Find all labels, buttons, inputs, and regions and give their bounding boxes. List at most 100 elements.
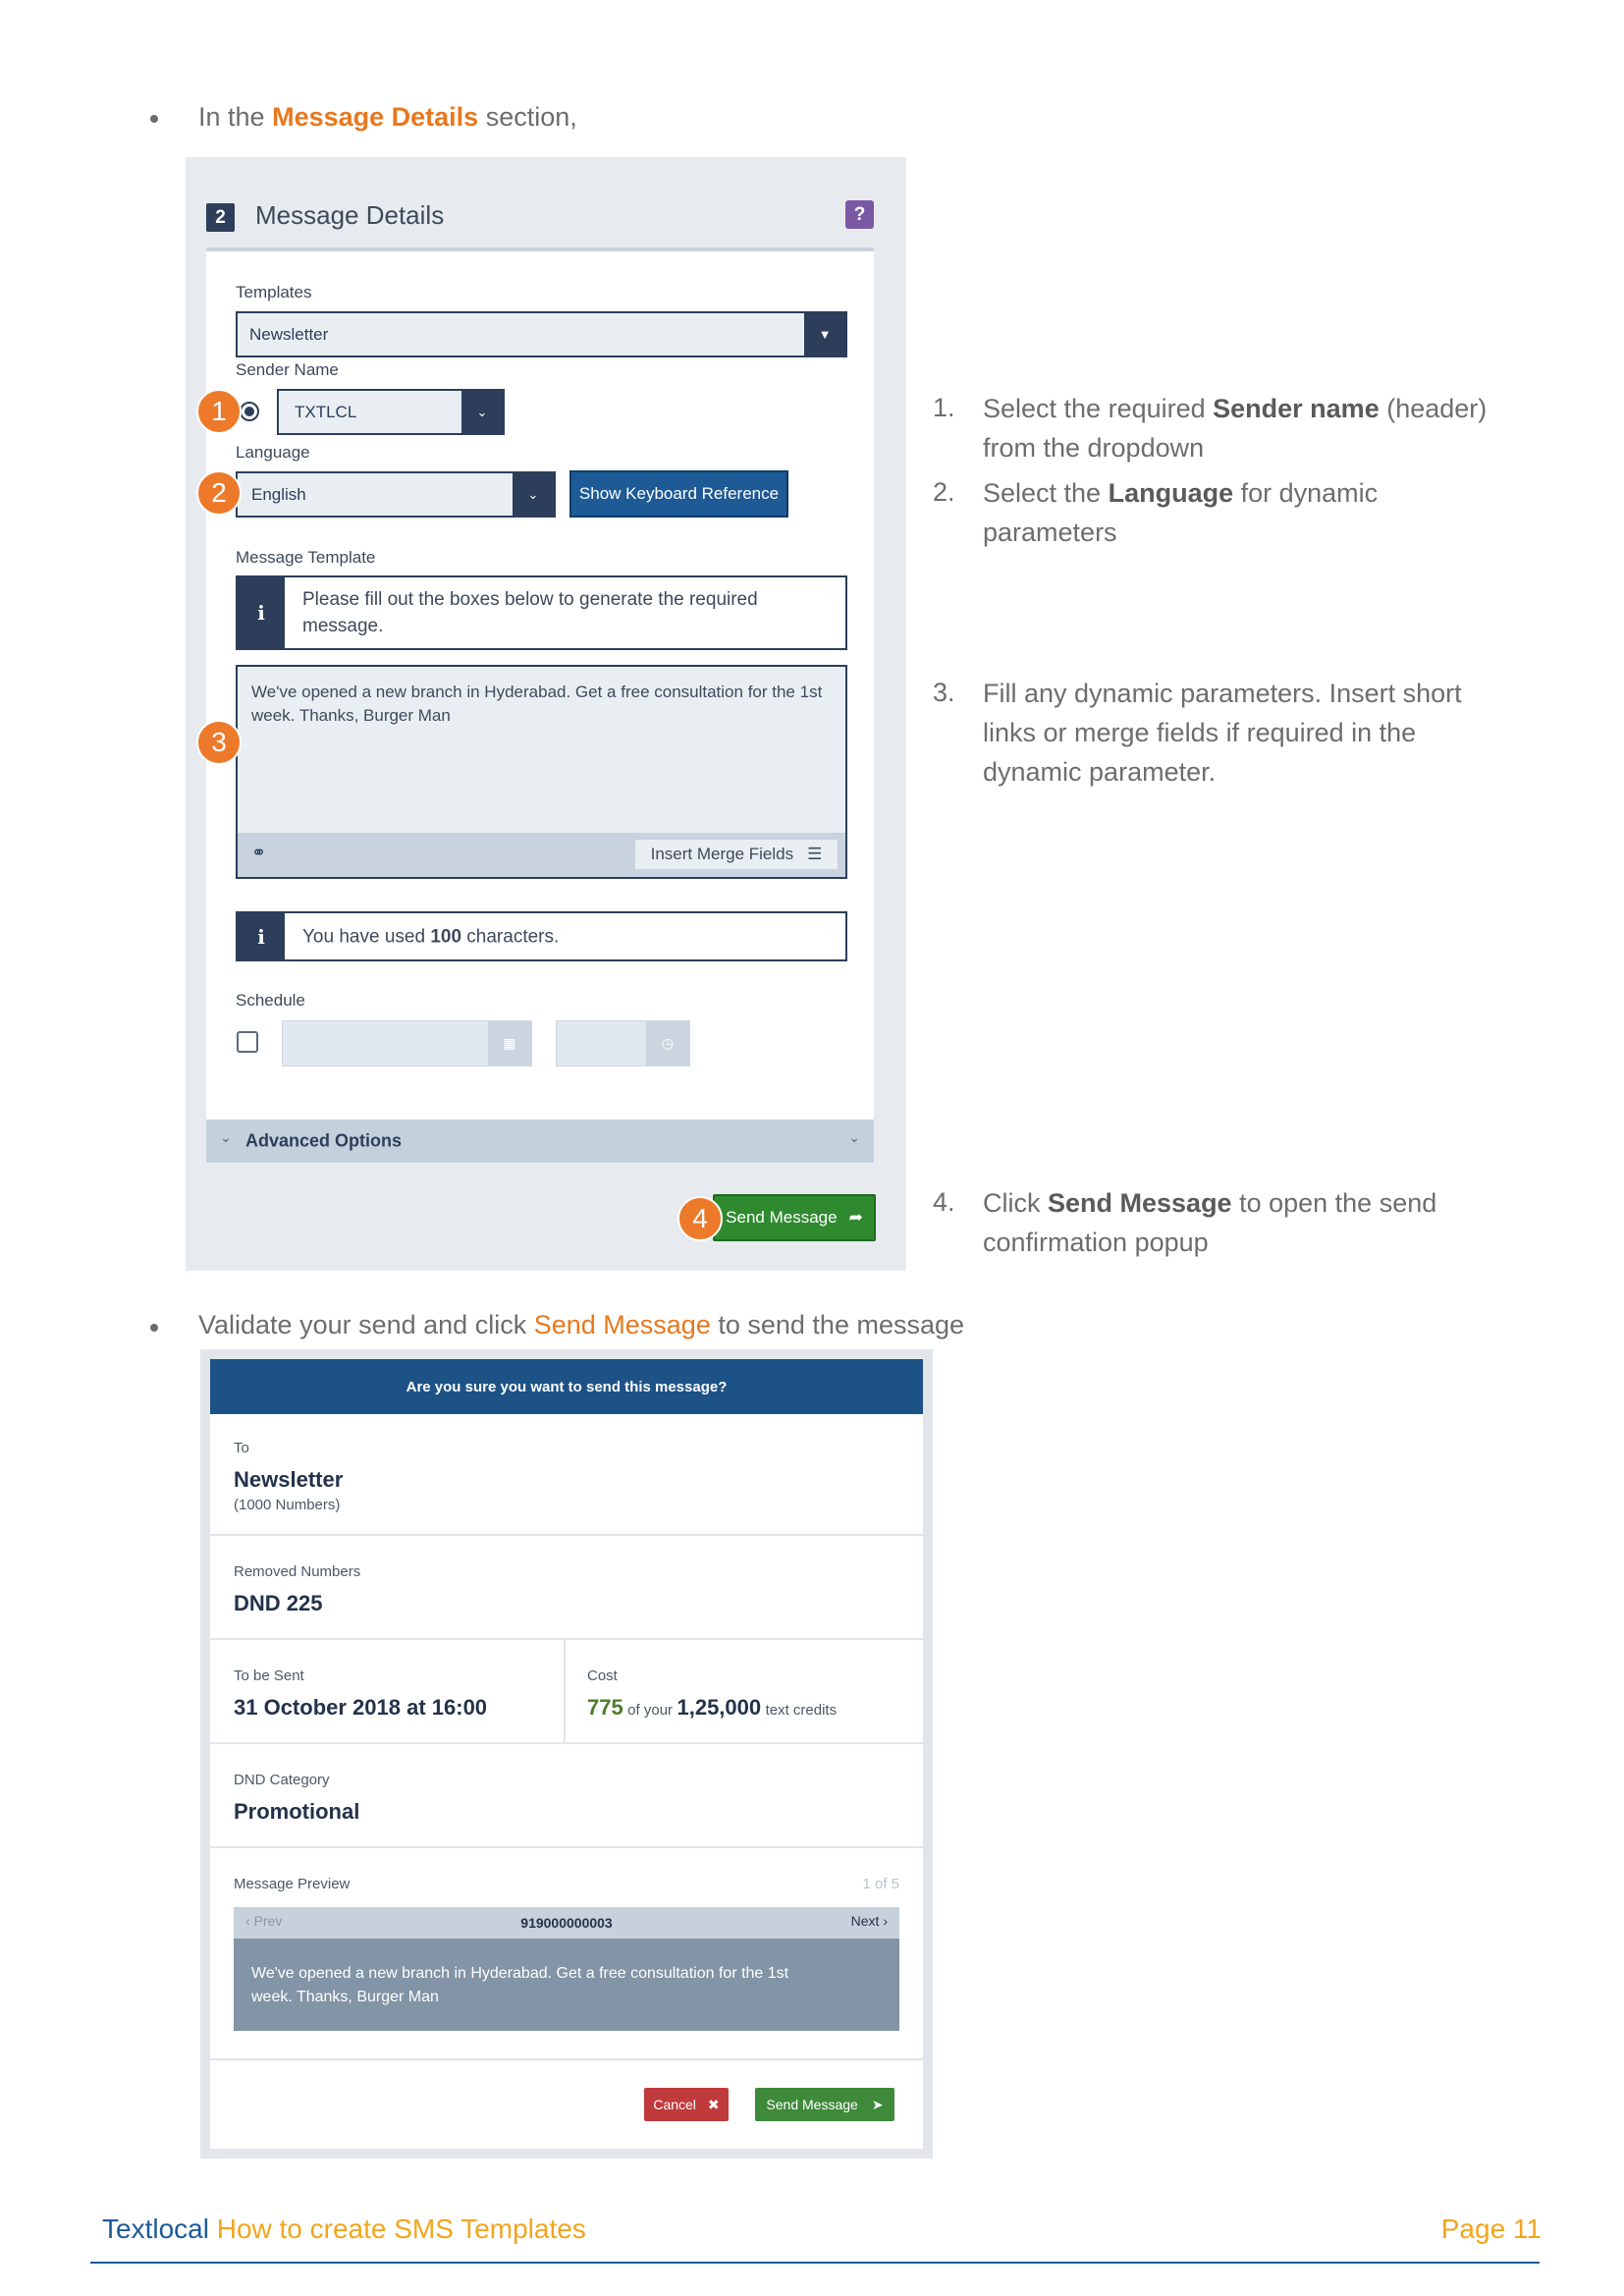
info-box: i Please fill out the boxes below to gen…: [236, 575, 847, 650]
divider: [210, 1742, 923, 1744]
help-icon[interactable]: ?: [845, 200, 874, 229]
step-3-pre: Fill any dynamic parameters. Insert shor…: [983, 679, 1462, 787]
footer-title: Textlocal How to create SMS Templates: [102, 2214, 586, 2245]
cost-label: Cost: [587, 1667, 618, 1684]
marker-3: 3: [196, 720, 242, 765]
step-2-text: Select the Language for dynamic paramete…: [983, 473, 1454, 552]
step-4-pre: Click: [983, 1188, 1048, 1218]
chevron-down-icon: ⌄: [513, 473, 554, 516]
textarea-footer: ⚭ Insert Merge Fields ☰: [238, 833, 845, 877]
schedule-checkbox[interactable]: [237, 1031, 258, 1053]
intro-line: In the Message Details section,: [198, 102, 577, 133]
confirm-dialog: Are you sure you want to send this messa…: [210, 1359, 923, 2149]
column-divider: [564, 1638, 566, 1742]
language-value: English: [251, 484, 306, 504]
share-arrow-icon: ➦: [848, 1208, 863, 1227]
chars-suffix: characters.: [466, 926, 560, 947]
footer-doc-title: How to create SMS Templates: [216, 2214, 586, 2244]
to-value: Newsletter: [234, 1467, 344, 1492]
bullet: [150, 1324, 158, 1332]
to-be-sent-value: 31 October 2018 at 16:00: [234, 1695, 488, 1720]
insert-merge-fields-button[interactable]: Insert Merge Fields ☰: [635, 840, 838, 869]
language-label: Language: [236, 443, 310, 462]
to-count: (1000 Numbers): [234, 1497, 341, 1513]
preview-nav: ‹ Prev 919000000003 Next ›: [234, 1907, 899, 1939]
marker-1: 1: [196, 389, 242, 434]
footer-rule: [90, 2262, 1540, 2264]
chevron-down-icon: ⌄: [848, 1129, 860, 1145]
divider: [210, 2058, 923, 2060]
cancel-button[interactable]: Cancel ✖: [644, 2088, 729, 2121]
language-select[interactable]: English ⌄: [236, 471, 556, 518]
step-badge: 2: [206, 203, 235, 232]
templates-label: Templates: [236, 283, 312, 301]
schedule-time-input[interactable]: ◷: [556, 1020, 690, 1066]
removed-label: Removed Numbers: [234, 1563, 361, 1580]
cost-value: 775: [587, 1695, 623, 1720]
dnd-value: Promotional: [234, 1799, 360, 1824]
dnd-label: DND Category: [234, 1772, 330, 1788]
sender-radio[interactable]: [240, 402, 259, 421]
divider: [210, 1638, 923, 1640]
cost-mid: of your: [627, 1702, 674, 1719]
cancel-label: Cancel: [653, 2097, 696, 2112]
step-1-number: 1.: [933, 393, 955, 422]
info-icon: i: [238, 577, 285, 648]
removed-value: DND 225: [234, 1591, 323, 1615]
confirm-send-button[interactable]: Send Message ➤: [755, 2088, 894, 2121]
cost-total: 1,25,000: [677, 1695, 762, 1720]
advanced-options-label: Advanced Options: [245, 1130, 403, 1151]
message-textarea[interactable]: We've opened a new branch in Hyderabad. …: [236, 665, 847, 879]
panel-title: Message Details: [255, 200, 445, 230]
chars-count: 100: [430, 926, 462, 947]
to-be-sent-label: To be Sent: [234, 1667, 304, 1684]
step-4-number: 4.: [933, 1187, 955, 1217]
list-icon: ☰: [807, 845, 823, 863]
calendar-icon: ▦: [488, 1021, 531, 1066]
chevron-down-icon: ⌄: [461, 391, 503, 433]
to-label: To: [234, 1440, 249, 1456]
templates-select[interactable]: Newsletter ▼: [236, 311, 847, 357]
sender-select[interactable]: TXTLCL ⌄: [277, 389, 505, 435]
validate-prefix: Validate your send and click: [198, 1310, 527, 1339]
preview-body: We've opened a new branch in Hyderabad. …: [234, 1939, 899, 2031]
schedule-date-input[interactable]: ▦: [282, 1020, 532, 1066]
dialog-title: Are you sure you want to send this messa…: [210, 1359, 923, 1414]
intro-prefix: In the: [198, 102, 265, 132]
advanced-options-bar[interactable]: ⌄ Advanced Options ⌄: [206, 1120, 874, 1163]
message-template-label: Message Template: [236, 548, 376, 567]
insert-merge-fields-label: Insert Merge Fields: [650, 845, 794, 863]
character-count-box: i You have used 100 characters.: [236, 911, 847, 961]
character-count-text: You have used 100 characters.: [302, 923, 826, 950]
validate-line: Validate your send and click Send Messag…: [198, 1310, 964, 1340]
clock-icon: ◷: [646, 1021, 689, 1066]
show-keyboard-reference-button[interactable]: Show Keyboard Reference: [569, 470, 788, 518]
bullet: [150, 115, 158, 123]
link-icon[interactable]: ⚭: [251, 843, 266, 863]
step-3-text: Fill any dynamic parameters. Insert shor…: [983, 674, 1513, 792]
step-3-number: 3.: [933, 678, 955, 707]
step-2-number: 2.: [933, 477, 955, 507]
send-message-button[interactable]: Send Message ➦: [713, 1194, 876, 1241]
step-2-bold: Language: [1108, 478, 1234, 508]
validate-highlight: Send Message: [533, 1310, 711, 1339]
step-4-text: Click Send Message to open the send conf…: [983, 1183, 1474, 1262]
step-1-text: Select the required Sender name (header)…: [983, 389, 1533, 467]
cost-line: 775 of your 1,25,000 text credits: [587, 1695, 837, 1721]
footer-brand: Textlocal: [102, 2214, 209, 2244]
step-4-bold: Send Message: [1048, 1188, 1232, 1218]
chevron-down-icon: ▼: [804, 313, 845, 355]
close-icon: ✖: [707, 2096, 720, 2112]
schedule-label: Schedule: [236, 991, 305, 1010]
templates-value: Newsletter: [249, 324, 329, 344]
step-1-pre: Select the required: [983, 394, 1214, 423]
next-button[interactable]: Next ›: [851, 1913, 888, 1929]
preview-page: 1 of 5: [862, 1876, 899, 1892]
chevron-right-icon: ›: [883, 1913, 888, 1929]
divider: [210, 1846, 923, 1848]
next-label: Next: [850, 1913, 880, 1929]
footer-page: Page 11: [1440, 2214, 1542, 2244]
preview-number: 919000000003: [520, 1915, 613, 1931]
paper-plane-icon: ➤: [871, 2096, 884, 2112]
divider: [210, 1534, 923, 1536]
